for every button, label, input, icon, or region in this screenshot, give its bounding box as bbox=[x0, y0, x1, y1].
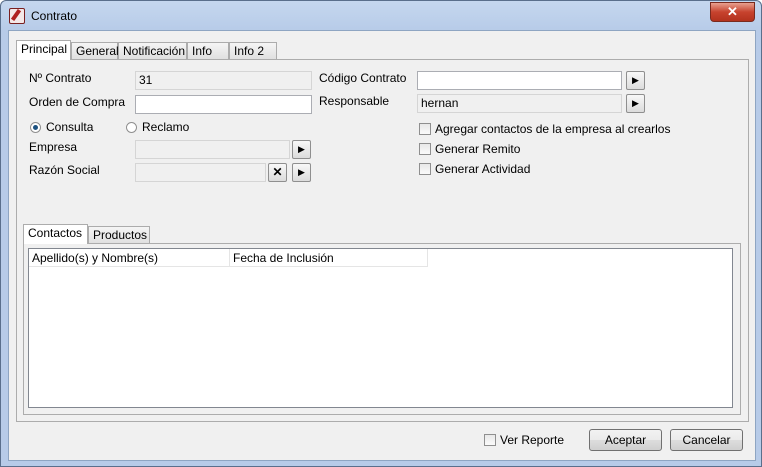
generar-actividad-checkbox[interactable] bbox=[419, 163, 431, 175]
empresa-select-button[interactable]: ▶ bbox=[292, 140, 311, 159]
column-header-nombre[interactable]: Apellido(s) y Nombre(s) bbox=[29, 249, 230, 267]
reclamo-radio[interactable] bbox=[126, 122, 137, 133]
tab-general[interactable]: General bbox=[71, 42, 119, 59]
orden-compra-label: Orden de Compra bbox=[29, 95, 126, 109]
razon-social-label: Razón Social bbox=[29, 163, 100, 177]
responsable-field[interactable]: hernan bbox=[417, 94, 622, 113]
tab-info-2[interactable]: Info 2 bbox=[229, 42, 277, 59]
contactos-grid[interactable]: Apellido(s) y Nombre(s) Fecha de Inclusi… bbox=[28, 248, 733, 408]
contactos-page: Apellido(s) y Nombre(s) Fecha de Inclusi… bbox=[23, 243, 741, 415]
window-title: Contrato bbox=[31, 9, 78, 23]
responsable-select-button[interactable]: ▶ bbox=[626, 94, 645, 113]
empresa-field[interactable] bbox=[135, 140, 290, 159]
tab-productos[interactable]: Productos bbox=[88, 226, 150, 243]
nro-contrato-field[interactable]: 31 bbox=[135, 71, 312, 90]
agregar-contactos-checkbox[interactable] bbox=[419, 123, 431, 135]
orden-compra-field[interactable] bbox=[135, 95, 312, 114]
cancelar-button[interactable]: Cancelar bbox=[670, 429, 743, 451]
ver-reporte-label: Ver Reporte bbox=[500, 433, 565, 447]
arrow-right-icon: ▶ bbox=[298, 167, 305, 177]
aceptar-button[interactable]: Aceptar bbox=[589, 429, 662, 451]
arrow-right-icon: ▶ bbox=[632, 75, 639, 85]
responsable-label: Responsable bbox=[319, 94, 390, 108]
clear-icon: ✕ bbox=[272, 165, 283, 179]
tab-notificacion[interactable]: Notificación bbox=[118, 42, 187, 59]
nro-contrato-label: Nº Contrato bbox=[29, 71, 92, 85]
arrow-right-icon: ▶ bbox=[298, 144, 305, 154]
tab-principal[interactable]: Principal bbox=[16, 40, 71, 60]
title-bar[interactable]: Contrato ✕ bbox=[1, 1, 761, 31]
empresa-label: Empresa bbox=[29, 140, 78, 154]
generar-actividad-label: Generar Actividad bbox=[435, 162, 531, 176]
razon-social-clear-button[interactable]: ✕ bbox=[268, 163, 287, 182]
close-button[interactable]: ✕ bbox=[710, 2, 755, 22]
razon-social-select-button[interactable]: ▶ bbox=[292, 163, 311, 182]
generar-remito-checkbox[interactable] bbox=[419, 143, 431, 155]
tab-contactos[interactable]: Contactos bbox=[23, 224, 88, 244]
principal-page: Nº Contrato 31 Orden de Compra Consulta … bbox=[16, 59, 749, 422]
ver-reporte-checkbox[interactable] bbox=[484, 434, 496, 446]
app-icon bbox=[9, 8, 25, 24]
contrato-window: Contrato ✕ Principal General Notificació… bbox=[0, 0, 762, 467]
reclamo-radio-label: Reclamo bbox=[142, 120, 190, 134]
arrow-right-icon: ▶ bbox=[632, 98, 639, 108]
codigo-contrato-label: Código Contrato bbox=[319, 71, 407, 85]
tab-info[interactable]: Info bbox=[187, 42, 229, 59]
consulta-radio-label: Consulta bbox=[46, 120, 94, 134]
dialog-body: Principal General Notificación Info Info… bbox=[8, 30, 756, 461]
razon-social-field[interactable] bbox=[135, 163, 266, 182]
consulta-radio[interactable] bbox=[30, 122, 41, 133]
generar-remito-label: Generar Remito bbox=[435, 142, 521, 156]
agregar-contactos-label: Agregar contactos de la empresa al crear… bbox=[435, 122, 671, 136]
column-header-fecha[interactable]: Fecha de Inclusión bbox=[230, 249, 428, 267]
codigo-contrato-select-button[interactable]: ▶ bbox=[626, 71, 645, 90]
close-icon: ✕ bbox=[727, 4, 738, 19]
codigo-contrato-field[interactable] bbox=[417, 71, 622, 90]
